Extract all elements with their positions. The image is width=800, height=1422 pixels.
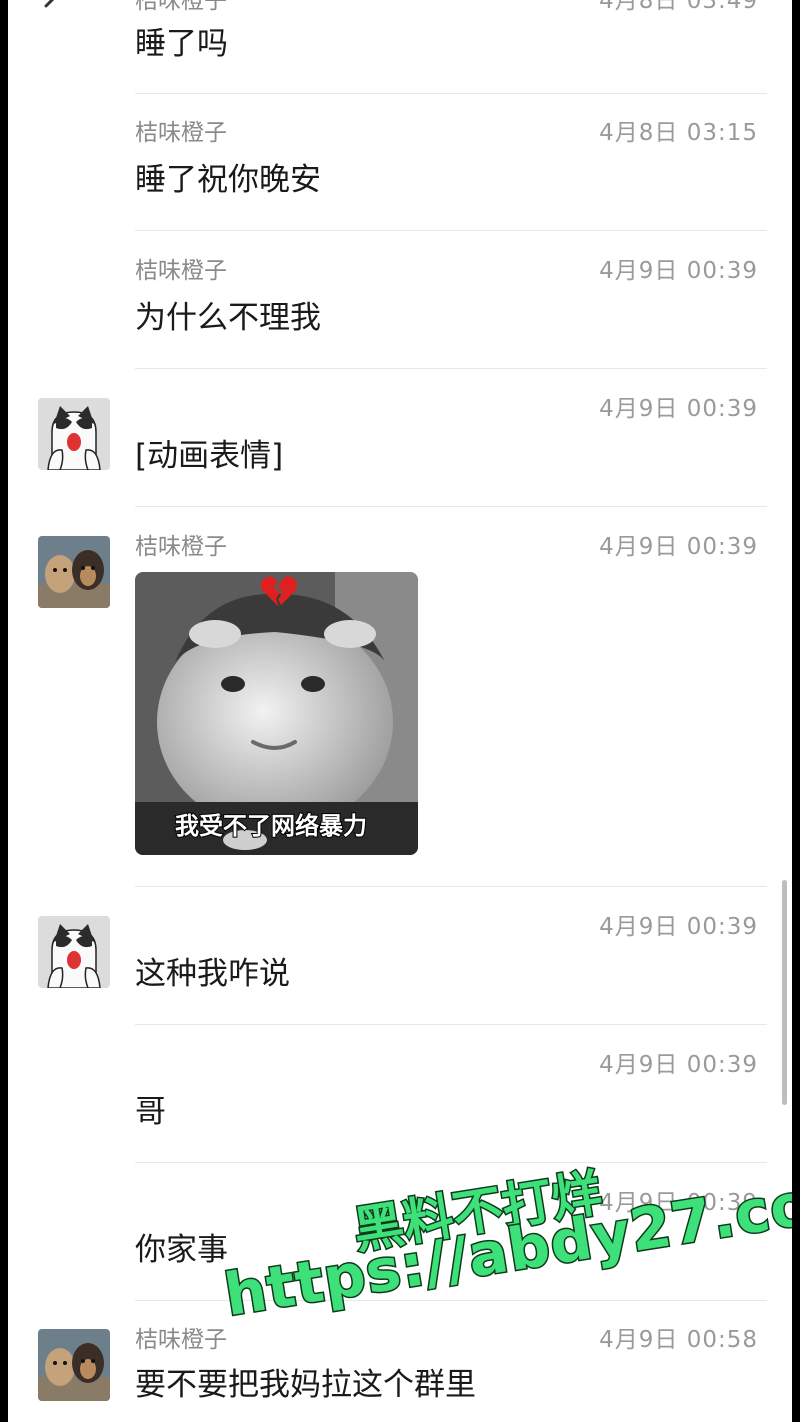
sender-name: 桔味橙子 [135, 120, 227, 146]
divider [135, 506, 767, 507]
chevron-left-icon[interactable] [38, 0, 66, 22]
cat-avatar[interactable] [38, 398, 110, 470]
message-time: 4月8日 03:15 [599, 120, 758, 146]
message-time: 4月9日 00:39 [599, 1052, 758, 1078]
sender-name: 桔味橙子 [135, 1327, 227, 1353]
scrollbar[interactable] [782, 880, 787, 1105]
divider [135, 93, 767, 94]
message-text: 睡了吗 [135, 26, 228, 62]
sticker-image[interactable]: 我受不了网络暴力 [135, 572, 418, 855]
sticker-caption: 我受不了网络暴力 [174, 811, 368, 841]
message-text: 你家事 [135, 1232, 228, 1268]
message-text: 为什么不理我 [135, 300, 321, 336]
message-time: 4月9日 00:39 [599, 258, 758, 284]
message-text: 这种我咋说 [135, 956, 290, 992]
message-time: 4月9日 00:39 [599, 396, 758, 422]
message-time: 4月9日 00:39 [599, 534, 758, 560]
divider [135, 1024, 767, 1025]
dogs-avatar[interactable] [38, 536, 110, 608]
message-text: 睡了祝你晚安 [135, 162, 321, 198]
message-time: 4月9日 00:39 [599, 914, 758, 940]
message-time: 4月9日 00:58 [599, 1327, 758, 1353]
message-text: 要不要把我妈拉这个群里 [135, 1367, 476, 1403]
broken-heart-icon [260, 576, 298, 607]
message-time: 4月8日 03:49 [599, 0, 758, 14]
message-text: [动画表情] [135, 438, 284, 474]
divider [135, 886, 767, 887]
divider [135, 368, 767, 369]
sender-name: 桔味橙子 [135, 258, 227, 284]
sender-name: 桔味橙子 [135, 534, 227, 560]
chat-history-screen: 桔味橙子 4月8日 03:49 睡了吗 桔味橙子 4月8日 03:15 睡了祝你… [8, 0, 792, 1422]
divider [135, 1162, 767, 1163]
cat-avatar[interactable] [38, 916, 110, 988]
sender-name: 桔味橙子 [135, 0, 227, 14]
message-text: 哥 [135, 1094, 166, 1130]
dogs-avatar[interactable] [38, 1329, 110, 1401]
divider [135, 230, 767, 231]
